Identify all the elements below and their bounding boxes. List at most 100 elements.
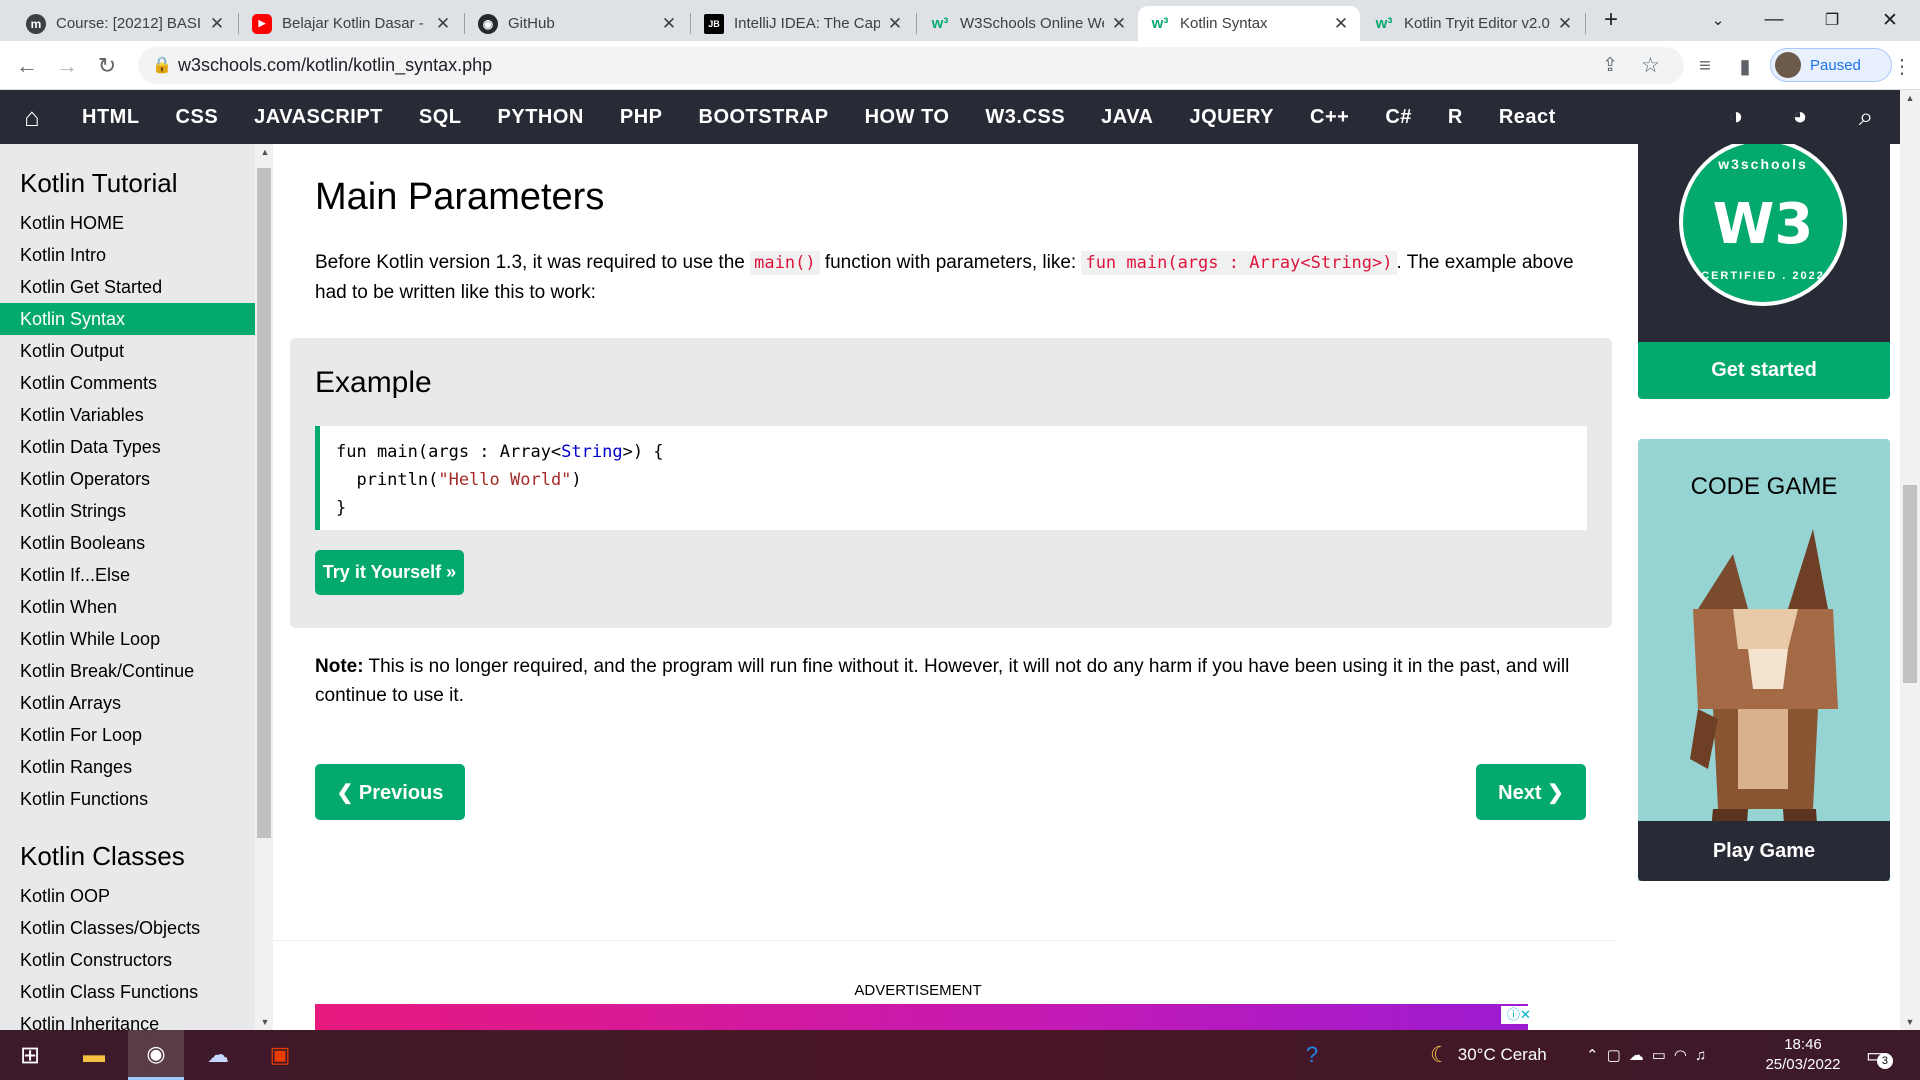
nav-link[interactable]: BOOTSTRAP [681, 106, 847, 129]
scrollbar-thumb[interactable] [1903, 485, 1917, 683]
nav-link[interactable]: SQL [401, 106, 480, 129]
sidebar-item[interactable]: Kotlin Functions [0, 783, 255, 815]
globe-icon[interactable]: ◕ [1780, 90, 1820, 144]
nav-link[interactable]: JAVASCRIPT [236, 106, 401, 129]
tab-kotlin-tryit[interactable]: w³ Kotlin Tryit Editor v2.0 ✕ [1362, 6, 1584, 41]
minimize-button[interactable]: — [1750, 0, 1798, 40]
nav-link[interactable]: React [1481, 106, 1574, 129]
restore-button[interactable]: ❐ [1808, 0, 1856, 40]
weather-widget[interactable]: ☾ 30°C Cerah [1430, 1030, 1547, 1080]
office-icon[interactable]: ▣ [252, 1030, 308, 1080]
scroll-up-arrow-icon[interactable]: ▲ [1900, 90, 1920, 106]
system-tray-icons[interactable]: ⌃▢☁▭◠♫ [1586, 1030, 1714, 1080]
close-tab-icon[interactable]: ✕ [886, 14, 904, 34]
sidebar-item[interactable]: Kotlin Constructors [0, 944, 255, 976]
nav-link[interactable]: CSS [158, 106, 237, 129]
close-tab-icon[interactable]: ✕ [1332, 14, 1350, 34]
url-text[interactable]: w3schools.com/kotlin/kotlin_syntax.php [178, 55, 492, 76]
sidebar-item[interactable]: Kotlin Intro [0, 239, 255, 271]
close-window-button[interactable]: ✕ [1866, 0, 1914, 40]
close-tab-icon[interactable]: ✕ [434, 14, 452, 34]
sidebar-item[interactable]: Kotlin Comments [0, 367, 255, 399]
nav-link[interactable]: C++ [1292, 106, 1367, 129]
tab-search-chevron-icon[interactable]: ⌄ [1694, 0, 1742, 40]
tab-w3schools[interactable]: w³ W3Schools Online We ✕ [918, 6, 1138, 41]
sidebar-item[interactable]: Kotlin Booleans [0, 527, 255, 559]
reading-list-icon[interactable]: ≡ [1688, 49, 1722, 83]
new-tab-button[interactable]: + [1587, 0, 1635, 40]
nav-link[interactable]: C# [1367, 106, 1430, 129]
lock-icon[interactable]: 🔒 [152, 55, 172, 75]
sidebar-item[interactable]: Kotlin Variables [0, 399, 255, 431]
chrome-icon[interactable]: ◉ [128, 1030, 184, 1080]
page-scrollbar[interactable]: ▲ ▼ [1900, 90, 1920, 1030]
contrast-icon[interactable]: ◑ [1716, 90, 1756, 144]
sidebar-item[interactable]: Kotlin When [0, 591, 255, 623]
tab-intellij[interactable]: JB IntelliJ IDEA: The Capa ✕ [692, 6, 914, 41]
get-started-button[interactable]: Get started [1638, 342, 1890, 399]
tab-github[interactable]: ◉ GitHub ✕ [466, 6, 688, 41]
tray-app-icon[interactable]: ☁ [190, 1030, 246, 1080]
nav-link[interactable]: PYTHON [480, 106, 602, 129]
forward-icon[interactable]: → [50, 49, 84, 83]
close-tab-icon[interactable]: ✕ [1110, 14, 1128, 34]
nav-link[interactable]: HOW TO [847, 106, 968, 129]
close-tab-icon[interactable]: ✕ [208, 14, 226, 34]
sidebar-item[interactable]: Kotlin While Loop [0, 623, 255, 655]
menu-kebab-icon[interactable]: ⋮ [1890, 49, 1914, 83]
sidebar-item[interactable]: Kotlin Inheritance [0, 1008, 255, 1030]
close-tab-icon[interactable]: ✕ [660, 14, 678, 34]
scroll-up-arrow-icon[interactable]: ▲ [255, 144, 275, 160]
sidebar-item[interactable]: Kotlin Operators [0, 463, 255, 495]
scrollbar-thumb[interactable] [257, 168, 271, 838]
sidebar-item[interactable]: Kotlin Classes/Objects [0, 912, 255, 944]
sidebar-item[interactable]: Kotlin Class Functions [0, 976, 255, 1008]
scroll-down-arrow-icon[interactable]: ▼ [1900, 1014, 1920, 1030]
home-icon[interactable]: ⌂ [0, 90, 64, 144]
sidebar-item[interactable]: Kotlin OOP [0, 880, 255, 912]
sidebar-item[interactable]: Kotlin For Loop [0, 719, 255, 751]
play-game-button[interactable]: Play Game [1638, 821, 1890, 881]
sidebar-item[interactable]: Kotlin Data Types [0, 431, 255, 463]
bookmark-star-icon[interactable]: ☆ [1641, 53, 1660, 78]
sidebar-item[interactable]: Kotlin Break/Continue [0, 655, 255, 687]
nav-link[interactable]: JQUERY [1172, 106, 1293, 129]
nav-link[interactable]: HTML [64, 106, 158, 129]
tab-kotlin-syntax[interactable]: w³ Kotlin Syntax ✕ [1138, 6, 1360, 41]
sidebar-item[interactable]: Kotlin Strings [0, 495, 255, 527]
sidebar-item[interactable]: Kotlin Get Started [0, 271, 255, 303]
sidebar-scrollbar[interactable]: ▲ ▼ [255, 144, 273, 1030]
profile-button[interactable]: Paused [1770, 48, 1892, 82]
try-it-yourself-button[interactable]: Try it Yourself » [315, 550, 464, 595]
side-panel-icon[interactable]: ▮ [1728, 49, 1762, 83]
sidebar-item[interactable]: Kotlin Arrays [0, 687, 255, 719]
search-icon[interactable]: ⌕ [1846, 90, 1886, 144]
previous-button[interactable]: ❮ Previous [315, 764, 465, 820]
close-tab-icon[interactable]: ✕ [1556, 14, 1574, 34]
clock[interactable]: 18:46 25/03/2022 [1764, 1030, 1842, 1080]
advertisement-banner[interactable] [315, 1004, 1528, 1030]
file-explorer-icon[interactable]: ▬ [66, 1030, 122, 1080]
windows-start-icon[interactable]: ⊞ [2, 1030, 58, 1080]
scroll-down-arrow-icon[interactable]: ▼ [255, 1014, 275, 1030]
tab-youtube[interactable]: ▶ Belajar Kotlin Dasar - ✕ [240, 6, 462, 41]
sidebar-item[interactable]: Kotlin HOME [0, 207, 255, 239]
help-icon[interactable]: ? [1284, 1030, 1340, 1080]
sidebar-item[interactable]: Kotlin Syntax [0, 303, 255, 335]
nav-link[interactable]: PHP [602, 106, 681, 129]
sidebar-item[interactable]: Kotlin If...Else [0, 559, 255, 591]
notification-center-icon[interactable]: ▭ 3 [1866, 1030, 1893, 1080]
code-game-ad[interactable]: CODE GAME [1638, 439, 1890, 881]
sidebar-item[interactable]: Kotlin Ranges [0, 751, 255, 783]
share-icon[interactable]: ⇪ [1602, 54, 1618, 77]
nav-link[interactable]: R [1430, 106, 1481, 129]
back-icon[interactable]: ← [10, 49, 44, 83]
certification-ad[interactable]: w3schools W3 CERTIFIED . 2022 [1638, 144, 1890, 342]
next-button[interactable]: Next ❯ [1476, 764, 1586, 820]
address-bar[interactable]: 🔒 w3schools.com/kotlin/kotlin_syntax.php… [138, 47, 1684, 84]
reload-icon[interactable]: ↻ [90, 49, 124, 83]
ad-choices-close-icon[interactable]: ⓘ✕ [1501, 1006, 1537, 1024]
sidebar-item[interactable]: Kotlin Output [0, 335, 255, 367]
nav-link[interactable]: W3.CSS [967, 106, 1083, 129]
nav-link[interactable]: JAVA [1083, 106, 1171, 129]
